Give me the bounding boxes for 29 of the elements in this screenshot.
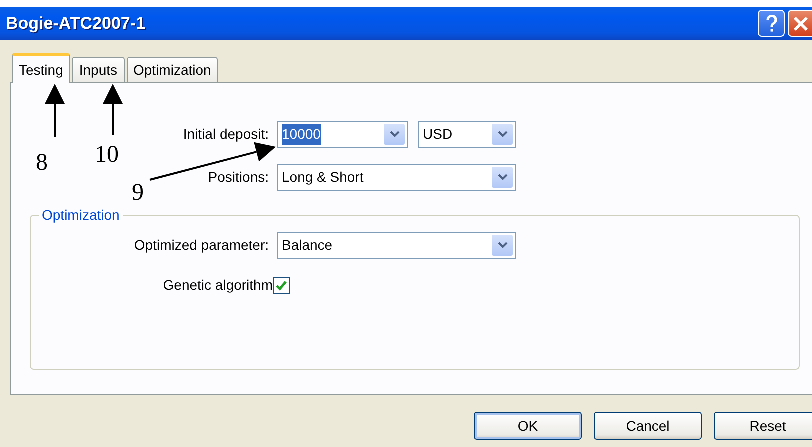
window-title: Bogie-ATC2007-1 — [6, 12, 146, 35]
parameter-dropdown[interactable]: Balance — [277, 232, 516, 259]
help-button[interactable] — [758, 10, 785, 37]
chevron-icon — [498, 242, 508, 249]
field-label: Optimized parameter: — [133, 236, 269, 255]
positions-dropdown[interactable]: Long & Short — [277, 164, 516, 191]
tab[interactable]: Inputs — [72, 57, 124, 82]
dialog-button[interactable]: Reset — [714, 412, 812, 440]
annotation-number: 9 — [132, 180, 144, 206]
checkbox-label: Genetic algorithm — [162, 276, 273, 295]
field-label: Positions: — [207, 168, 269, 187]
close-icon — [792, 16, 808, 32]
genetic-checkbox[interactable] — [273, 277, 290, 294]
arrow — [103, 84, 123, 135]
dialog-button[interactable]: Cancel — [594, 412, 702, 440]
annotation-number: 10 — [95, 142, 119, 168]
help-icon — [766, 14, 778, 32]
tab[interactable]: Testing — [12, 53, 70, 83]
currency-dropdown[interactable]: USD — [418, 121, 516, 148]
dialog-button[interactable]: OK — [474, 412, 582, 440]
field-label: Initial deposit: — [182, 125, 269, 144]
chevron-icon — [390, 131, 400, 138]
deposit-dropdown[interactable]: 10000 — [277, 121, 408, 148]
close-button[interactable] — [788, 10, 812, 37]
arrow — [45, 84, 65, 137]
chevron-icon — [498, 174, 508, 181]
annotation-number: 8 — [36, 150, 48, 176]
tab[interactable]: Optimization — [126, 57, 218, 82]
chevron-icon — [498, 131, 508, 138]
